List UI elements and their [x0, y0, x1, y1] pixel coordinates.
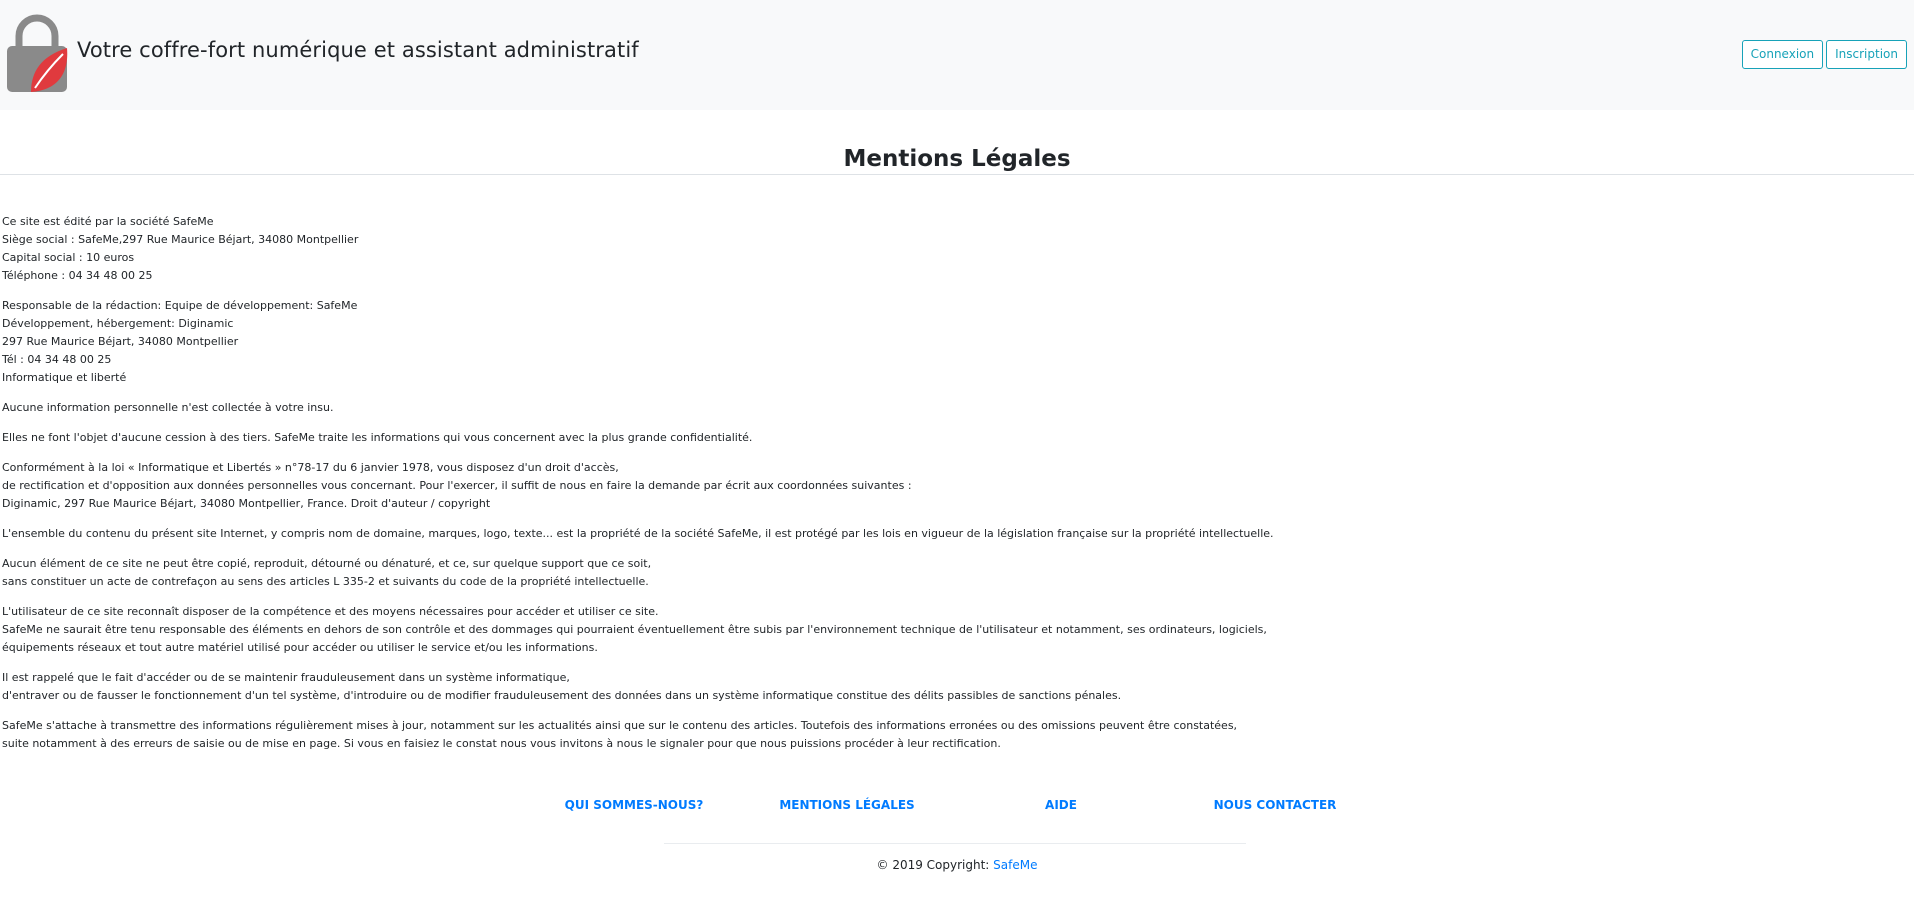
- text-line: équipements réseaux et tout autre matéri…: [2, 641, 598, 654]
- padlock-leaf-icon[interactable]: [5, 14, 69, 94]
- footer-link-contact[interactable]: NOUS CONTACTER: [1214, 798, 1337, 812]
- legal-paragraph: Il est rappelé que le fait d'accéder ou …: [2, 669, 1902, 705]
- text-line: L'utilisateur de ce site reconnaît dispo…: [2, 605, 659, 618]
- text-line: Tél : 04 34 48 00 25: [2, 353, 112, 366]
- text-line: Aucune information personnelle n'est col…: [2, 401, 334, 414]
- legal-paragraph: Ce site est édité par la société SafeMe …: [2, 213, 1902, 285]
- footer-link-about[interactable]: QUI SOMMES-NOUS?: [565, 798, 704, 812]
- footer-divider: [664, 843, 1246, 844]
- legal-paragraph: L'ensemble du contenu du présent site In…: [2, 525, 1902, 543]
- legal-content: Ce site est édité par la société SafeMe …: [2, 213, 1902, 765]
- navbar: Votre coffre-fort numérique et assistant…: [0, 0, 1914, 110]
- text-line: 297 Rue Maurice Béjart, 34080 Montpellie…: [2, 335, 239, 348]
- title-divider: [0, 174, 1914, 175]
- text-line: SafeMe ne saurait être tenu responsable …: [2, 623, 1267, 636]
- site-title: Votre coffre-fort numérique et assistant…: [77, 38, 639, 62]
- text-line: Elles ne font l'objet d'aucune cession à…: [2, 431, 753, 444]
- signup-button[interactable]: Inscription: [1826, 40, 1907, 69]
- text-line: Développement, hébergement: Diginamic: [2, 317, 234, 330]
- legal-paragraph: Aucune information personnelle n'est col…: [2, 399, 1902, 417]
- text-line: suite notamment à des erreurs de saisie …: [2, 737, 1001, 750]
- text-line: Il est rappelé que le fait d'accéder ou …: [2, 671, 570, 684]
- copyright-text: © 2019 Copyright:: [876, 858, 994, 872]
- text-line: Téléphone : 04 34 48 00 25: [2, 269, 153, 282]
- text-line: d'entraver ou de fausser le fonctionneme…: [2, 689, 1122, 702]
- legal-paragraph: SafeMe s'attache à transmettre des infor…: [2, 717, 1902, 753]
- text-line: L'ensemble du contenu du présent site In…: [2, 527, 1274, 540]
- legal-paragraph: Responsable de la rédaction: Equipe de d…: [2, 297, 1902, 387]
- text-line: Diginamic, 297 Rue Maurice Béjart, 34080…: [2, 497, 491, 510]
- text-line: de rectification et d'opposition aux don…: [2, 479, 912, 492]
- legal-paragraph: Conformément à la loi « Informatique et …: [2, 459, 1902, 513]
- footer-nav: QUI SOMMES-NOUS? MENTIONS LÉGALES AIDE N…: [0, 798, 1914, 818]
- text-line: Capital social : 10 euros: [2, 251, 135, 264]
- footer-link-help[interactable]: AIDE: [1045, 798, 1077, 812]
- legal-paragraph: Elles ne font l'objet d'aucune cession à…: [2, 429, 1902, 447]
- copyright: © 2019 Copyright: SafeMe: [0, 858, 1914, 872]
- text-line: Ce site est édité par la société SafeMe: [2, 215, 214, 228]
- login-button[interactable]: Connexion: [1741, 40, 1824, 69]
- text-line: Siège social : SafeMe,297 Rue Maurice Bé…: [2, 233, 359, 246]
- copyright-link[interactable]: SafeMe: [993, 858, 1037, 872]
- text-line: Aucun élément de ce site ne peut être co…: [2, 557, 652, 570]
- text-line: sans constituer un acte de contrefaçon a…: [2, 575, 649, 588]
- text-line: Informatique et liberté: [2, 371, 127, 384]
- text-line: Responsable de la rédaction: Equipe de d…: [2, 299, 358, 312]
- legal-paragraph: Aucun élément de ce site ne peut être co…: [2, 555, 1902, 591]
- auth-buttons: Connexion Inscription: [1741, 40, 1907, 69]
- legal-paragraph: L'utilisateur de ce site reconnaît dispo…: [2, 603, 1902, 657]
- text-line: Conformément à la loi « Informatique et …: [2, 461, 619, 474]
- page-title: Mentions Légales: [843, 146, 1071, 172]
- footer-link-legal[interactable]: MENTIONS LÉGALES: [779, 798, 914, 812]
- text-line: SafeMe s'attache à transmettre des infor…: [2, 719, 1238, 732]
